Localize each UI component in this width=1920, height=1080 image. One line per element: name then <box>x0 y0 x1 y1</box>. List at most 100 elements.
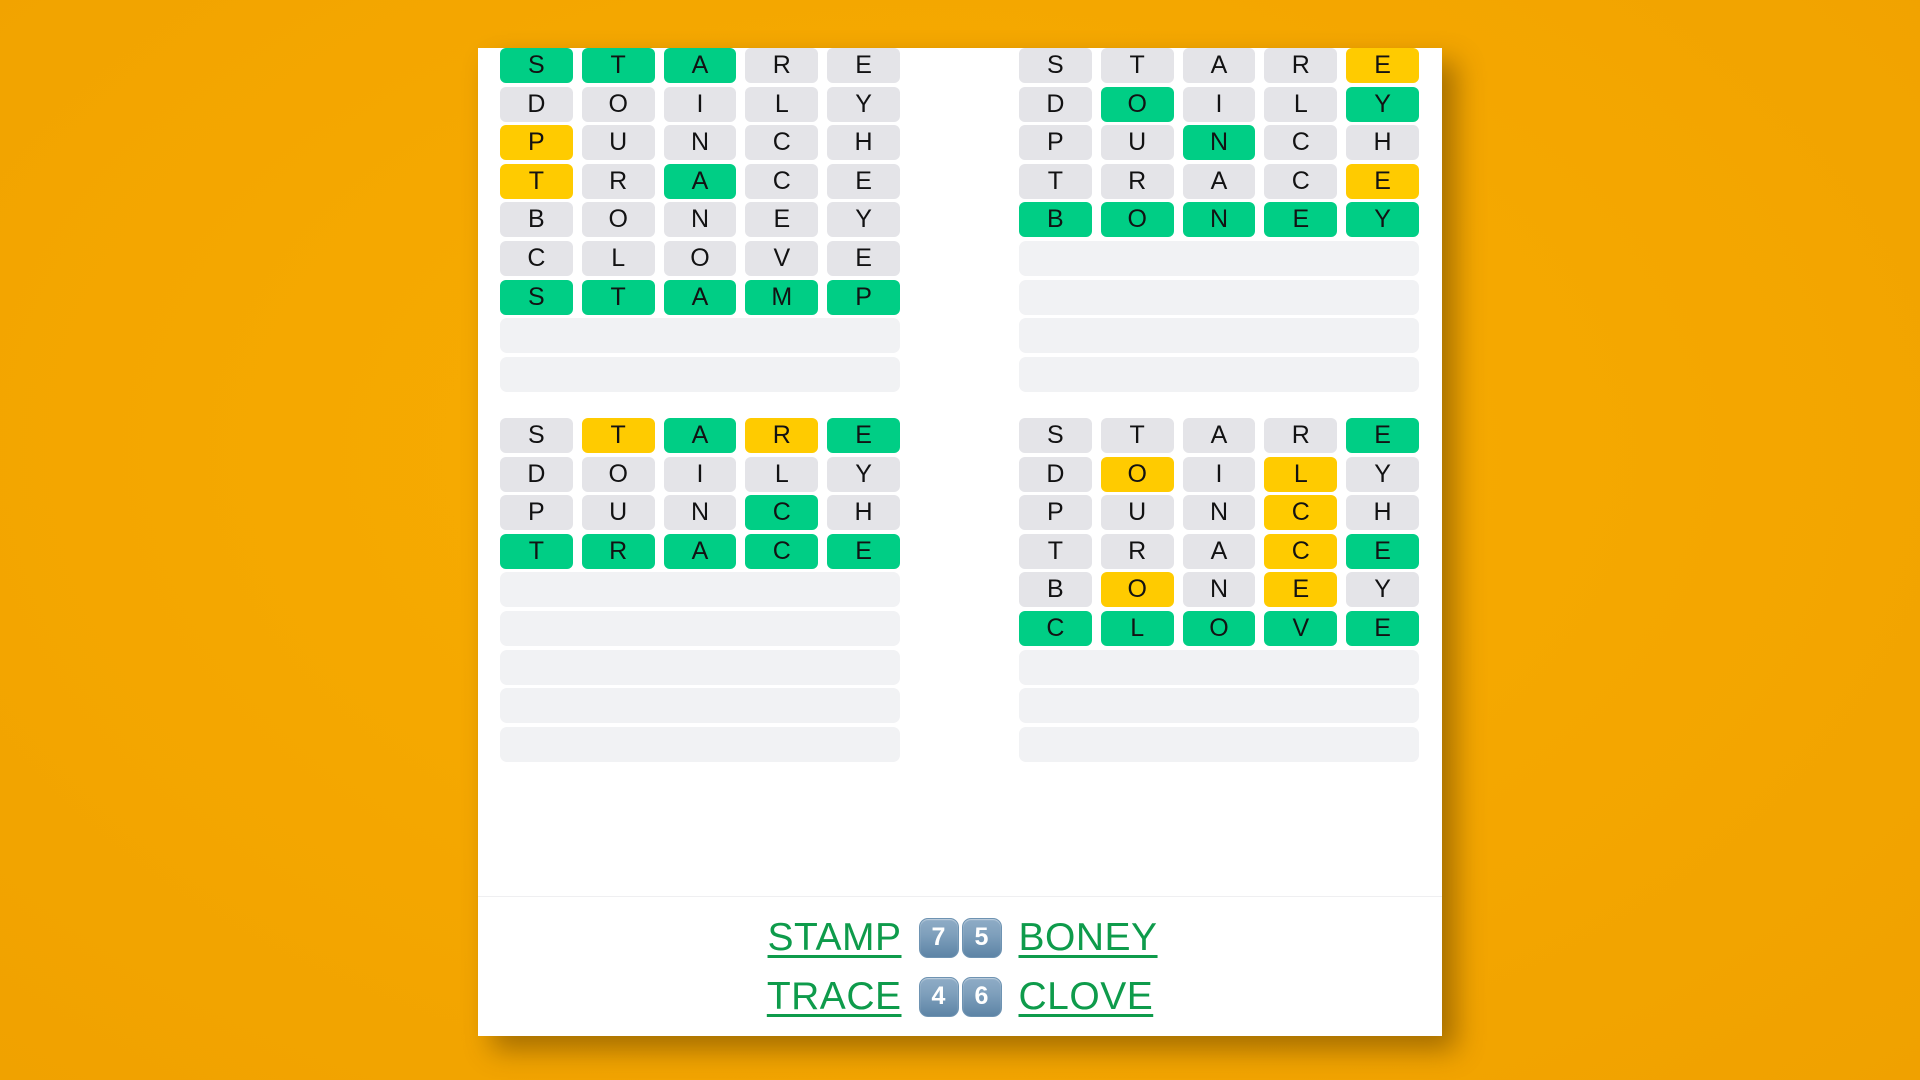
letter-tile: Y <box>1346 86 1419 122</box>
letter-tile: E <box>827 533 900 569</box>
guess-count-badges: 4 6 <box>918 976 1002 1017</box>
board-row: DOILY <box>500 86 900 122</box>
letter-tile: U <box>1100 125 1174 161</box>
letter-tile: L <box>1264 86 1338 122</box>
board-row: CLOVE <box>1019 610 1419 646</box>
letter-tile: N <box>1182 495 1256 531</box>
letter-tile: H <box>1346 495 1419 531</box>
letter-tile: P <box>1019 495 1092 531</box>
letter-tile: S <box>1019 418 1092 453</box>
board-row: TRACE <box>1019 163 1419 199</box>
board-row: STAMP <box>500 279 900 315</box>
letter-tile: T <box>581 48 655 83</box>
letter-tile: R <box>1100 163 1174 199</box>
letter-tile: U <box>581 125 655 161</box>
letter-tile: Y <box>827 202 900 238</box>
guess-count-badges: 7 5 <box>918 917 1002 958</box>
board-row: TRACE <box>1019 533 1419 569</box>
badge-right-guesses: 5 <box>961 917 1002 958</box>
letter-tile: E <box>1346 48 1419 83</box>
letter-tile: N <box>663 202 737 238</box>
letter-tile: A <box>663 279 737 315</box>
letter-tile: P <box>1019 125 1092 161</box>
letter-tile: V <box>1264 610 1338 646</box>
summary-word-right[interactable]: BONEY <box>1019 916 1217 960</box>
board-row: BONEY <box>500 202 900 238</box>
letter-tile: O <box>581 456 655 492</box>
letter-tile: Y <box>1346 572 1419 608</box>
letter-tile: H <box>1346 125 1419 161</box>
letter-tile: B <box>500 202 573 238</box>
letter-tile: P <box>500 495 573 531</box>
letter-tile: E <box>1346 163 1419 199</box>
badge-right-guesses: 6 <box>961 976 1002 1017</box>
letter-tile: C <box>1264 125 1338 161</box>
board-row: STARE <box>1019 48 1419 83</box>
letter-tile: I <box>1182 86 1256 122</box>
board-row: DOILY <box>1019 86 1419 122</box>
screen: STAREDOILYPUNCHTRACEBONEYCLOVESTAMP STAR… <box>0 0 1920 1080</box>
letter-tile: U <box>1100 495 1174 531</box>
board-row-empty <box>500 572 900 608</box>
letter-tile: E <box>1346 533 1419 569</box>
letter-tile: E <box>1346 610 1419 646</box>
letter-tile: R <box>1264 418 1338 453</box>
letter-tile: D <box>1019 86 1092 122</box>
board-row: DOILY <box>1019 456 1419 492</box>
letter-tile: E <box>745 202 819 238</box>
board-row-empty <box>1019 356 1419 392</box>
letter-tile: U <box>581 495 655 531</box>
letter-tile: O <box>1100 202 1174 238</box>
board-row: CLOVE <box>500 240 900 276</box>
letter-tile: P <box>827 279 900 315</box>
letter-tile: V <box>745 240 819 276</box>
letter-tile: D <box>500 456 573 492</box>
letter-tile: N <box>663 495 737 531</box>
letter-tile: E <box>827 48 900 83</box>
quordle-results-card: STAREDOILYPUNCHTRACEBONEYCLOVESTAMP STAR… <box>478 48 1442 1036</box>
letter-tile: A <box>1182 533 1256 569</box>
letter-tile: E <box>827 240 900 276</box>
board-row-empty <box>1019 649 1419 685</box>
letter-tile: I <box>663 86 737 122</box>
summary-word-right[interactable]: CLOVE <box>1019 975 1217 1019</box>
letter-tile: P <box>500 125 573 161</box>
board-row-empty <box>500 688 900 724</box>
board-row-empty <box>500 649 900 685</box>
letter-tile: C <box>1264 533 1338 569</box>
letter-tile: A <box>1182 163 1256 199</box>
letter-tile: A <box>663 533 737 569</box>
summary-word-left[interactable]: TRACE <box>704 975 902 1019</box>
letter-tile: L <box>581 240 655 276</box>
letter-tile: S <box>500 279 573 315</box>
letter-tile: T <box>581 279 655 315</box>
board-row-empty <box>1019 279 1419 315</box>
letter-tile: E <box>827 418 900 453</box>
board-row: PUNCH <box>500 495 900 531</box>
letter-tile: I <box>1182 456 1256 492</box>
board-row-empty <box>500 726 900 762</box>
letter-tile: E <box>1346 418 1419 453</box>
letter-tile: O <box>1100 456 1174 492</box>
board-row-empty <box>500 356 900 392</box>
letter-tile: L <box>1100 610 1174 646</box>
letter-tile: O <box>1100 572 1174 608</box>
summary-word-left[interactable]: STAMP <box>704 916 902 960</box>
letter-tile: I <box>663 456 737 492</box>
letter-tile: C <box>745 125 819 161</box>
letter-tile: B <box>1019 572 1092 608</box>
summary-row: STAMP 7 5 BONEY <box>704 911 1217 965</box>
letter-tile: A <box>1182 418 1256 453</box>
letter-tile: C <box>745 163 819 199</box>
letter-tile: L <box>745 456 819 492</box>
letter-tile: T <box>500 163 573 199</box>
board-row-empty <box>1019 726 1419 762</box>
board-row-empty <box>500 318 900 354</box>
letter-tile: E <box>827 163 900 199</box>
letter-tile: L <box>1264 456 1338 492</box>
letter-tile: N <box>1182 125 1256 161</box>
summary-row: TRACE 4 6 CLOVE <box>704 970 1217 1024</box>
badge-left-guesses: 4 <box>918 976 959 1017</box>
summary-panel: STAMP 7 5 BONEY TRACE 4 6 CLOVE <box>478 896 1442 1036</box>
board-row-empty <box>500 610 900 646</box>
